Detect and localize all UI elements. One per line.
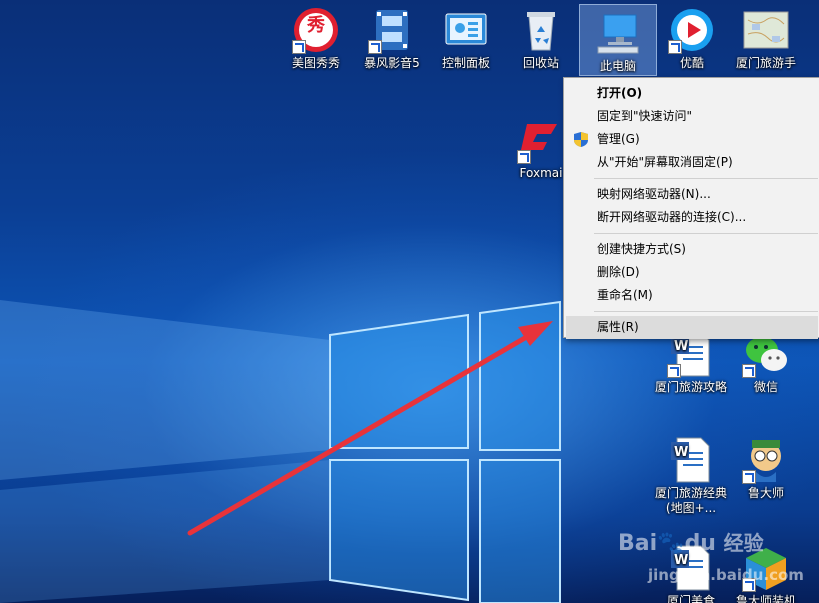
menu-item-pin-quick-access[interactable]: 固定到"快速访问" [564, 105, 819, 128]
menu-item-open[interactable]: 打开(O) [564, 82, 819, 105]
icon-label: 控制面板 [441, 56, 490, 70]
menu-item-unpin-start[interactable]: 从"开始"屏幕取消固定(P) [564, 151, 819, 174]
shortcut-arrow-icon [292, 40, 306, 54]
icon-label: 厦门美食 [666, 594, 715, 603]
menu-item-properties[interactable]: 属性(R) [566, 316, 818, 339]
desktop-icon-xiamen-classic[interactable]: W 厦门旅游经典(地图+... [653, 432, 729, 516]
menu-item-manage[interactable]: 管理(G) [564, 128, 819, 151]
icon-label: 厦门旅游经典(地图+... [654, 486, 727, 515]
desktop-icon-meitu[interactable]: 秀 美图秀秀 [278, 2, 354, 71]
icon-label: 厦门旅游手 [735, 56, 796, 70]
icon-label: 微信 [753, 380, 778, 394]
context-menu: 打开(O) 固定到"快速访问" 管理(G) 从"开始"屏幕取消固定(P) 映射网… [563, 77, 819, 339]
menu-separator [594, 311, 818, 312]
desktop-icon-recycle-bin[interactable]: 回收站 [503, 2, 579, 71]
control-panel-icon [442, 6, 490, 54]
shortcut-arrow-icon [368, 40, 382, 54]
windows-logo [329, 300, 561, 603]
menu-item-create-shortcut[interactable]: 创建快捷方式(S) [564, 238, 819, 261]
shortcut-arrow-icon [517, 150, 531, 164]
recycle-bin-icon [517, 6, 565, 54]
watermark-brand-2: du [684, 531, 716, 556]
youku-play-icon [668, 6, 716, 54]
desktop-icon-youku[interactable]: 优酷 [654, 2, 730, 71]
computer-icon [594, 9, 642, 57]
map-icon [742, 6, 790, 54]
menu-item-delete[interactable]: 删除(D) [564, 261, 819, 284]
film-icon [368, 6, 416, 54]
shortcut-arrow-icon [668, 40, 682, 54]
uac-shield-icon [574, 132, 588, 147]
icon-label: 暴风影音5 [364, 56, 420, 70]
menu-item-disconnect-network-drive[interactable]: 断开网络驱动器的连接(C)... [564, 206, 819, 229]
icon-label: 此电脑 [599, 59, 636, 73]
desktop-icon-baofeng[interactable]: 暴风影音5 [354, 2, 430, 71]
foxmail-icon [517, 116, 565, 164]
desktop-icon-control-panel[interactable]: 控制面板 [428, 2, 504, 71]
svg-text:W: W [674, 445, 688, 460]
menu-item-rename[interactable]: 重命名(M) [564, 284, 819, 307]
paw-icon: 🐾 [657, 531, 685, 556]
desktop[interactable]: 秀 美图秀秀 暴风影音5 控制面板 回收站 此电脑 优酷 厦门旅游手 Foxma… [0, 0, 819, 603]
menu-separator [594, 178, 818, 179]
icon-label: 美图秀秀 [291, 56, 340, 70]
watermark-brand: Bai [618, 531, 658, 556]
menu-separator [594, 233, 818, 234]
desktop-icon-ludashi[interactable]: 鲁大师 [728, 432, 804, 501]
icon-label: 鲁大师装机 [735, 594, 796, 603]
icon-label: 厦门旅游攻略 [654, 380, 727, 394]
menu-item-map-network-drive[interactable]: 映射网络驱动器(N)... [564, 183, 819, 206]
word-document-icon: W [667, 436, 715, 484]
watermark-url: jingyan.baidu.com [648, 566, 804, 584]
icon-label: 回收站 [522, 56, 559, 70]
shortcut-arrow-icon [742, 364, 756, 378]
shortcut-arrow-icon [667, 364, 681, 378]
icon-label: 优酷 [679, 56, 704, 70]
desktop-icon-this-pc[interactable]: 此电脑 [579, 4, 657, 76]
icon-label: 鲁大师 [747, 486, 784, 500]
meitu-icon: 秀 [292, 6, 340, 54]
watermark-site-cn: 经验 [723, 531, 764, 555]
ludashi-icon [742, 436, 790, 484]
svg-text:W: W [674, 339, 688, 354]
shortcut-arrow-icon [742, 470, 756, 484]
desktop-icon-xiamen-travel[interactable]: 厦门旅游手 [728, 2, 804, 71]
menu-item-manage-label: 管理(G) [597, 132, 640, 146]
meitu-badge-text: 秀 [307, 15, 325, 36]
light-beams [0, 300, 330, 603]
baidu-watermark: Bai🐾du 经验 [618, 527, 764, 556]
